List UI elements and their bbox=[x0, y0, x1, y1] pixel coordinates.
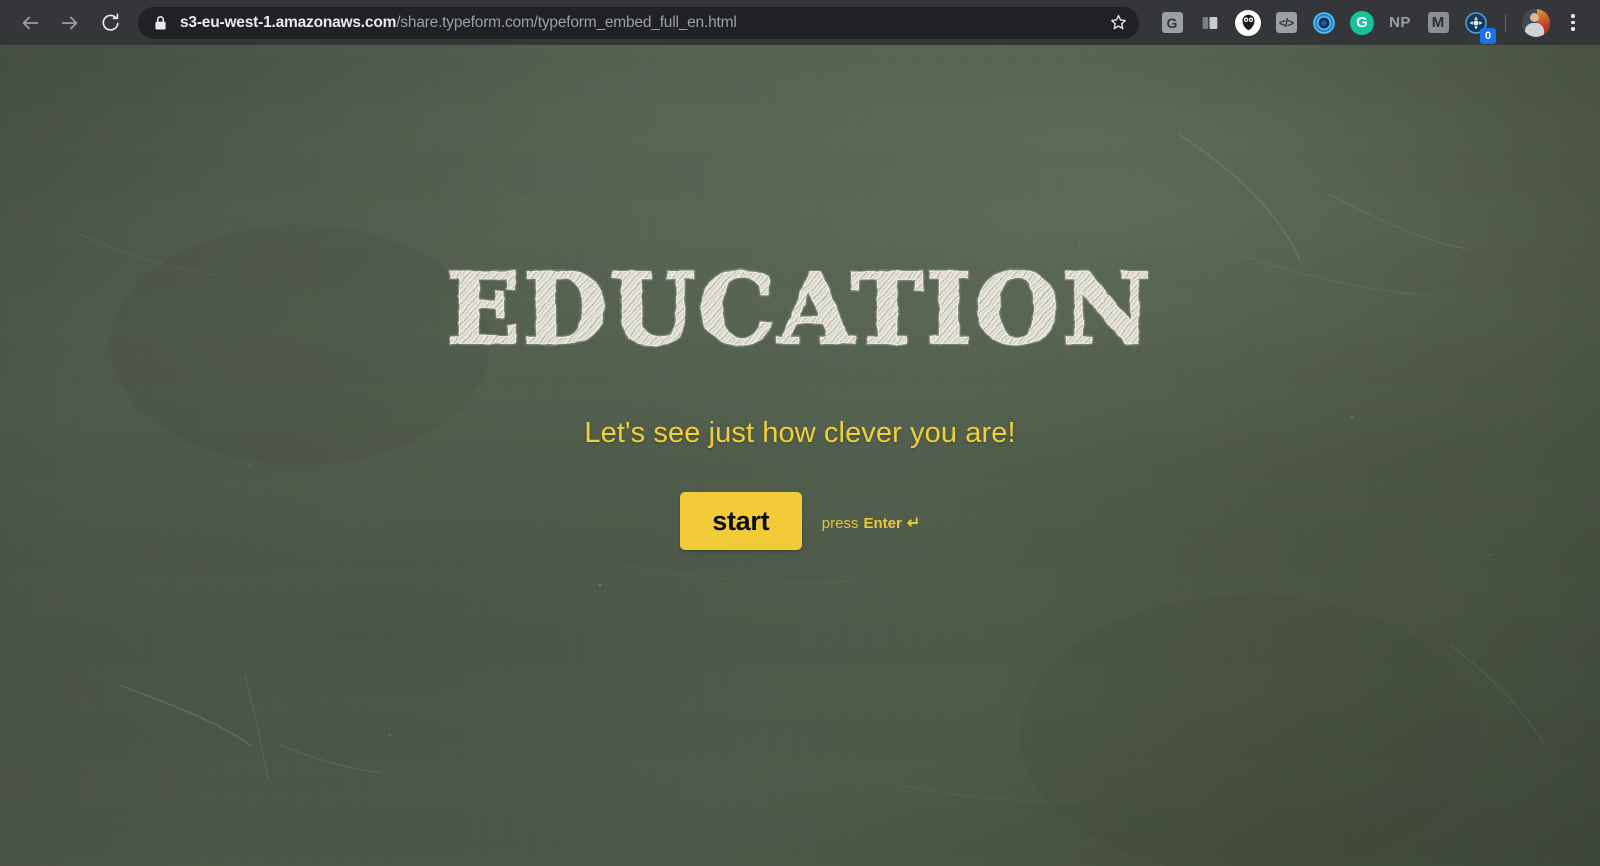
target-circle-extension-icon[interactable] bbox=[1305, 0, 1343, 45]
np-extension-icon[interactable]: NP bbox=[1381, 0, 1419, 45]
arrow-left-icon bbox=[22, 16, 39, 29]
grammarly-extension-icon[interactable]: G bbox=[1343, 0, 1381, 45]
svg-text:EDUCATION: EDUCATION bbox=[446, 252, 1154, 366]
code-brackets-glyph: </> bbox=[1275, 12, 1297, 33]
reload-icon bbox=[101, 13, 119, 31]
np-glyph: NP bbox=[1389, 14, 1411, 31]
chalkboard-background: EDUCATION EDUCATION Let's see just how c… bbox=[0, 45, 1600, 866]
typeform-welcome-screen: EDUCATION EDUCATION Let's see just how c… bbox=[0, 45, 1600, 866]
star-icon[interactable] bbox=[1103, 8, 1133, 38]
owl-icon bbox=[1235, 9, 1261, 36]
google-g-glyph: G bbox=[1161, 12, 1183, 33]
url-path: /share.typeform.com/typeform_embed_full_… bbox=[396, 13, 737, 31]
url-text: s3-eu-west-1.amazonaws.com/share.typefor… bbox=[180, 7, 1097, 39]
chrome-menu-button[interactable] bbox=[1556, 0, 1590, 45]
sync-extension-icon[interactable]: 0 bbox=[1457, 0, 1496, 45]
education-chalk-title: EDUCATION EDUCATION bbox=[444, 250, 1153, 368]
press-hint-key: Enter bbox=[863, 515, 902, 532]
press-hint-prefix: press bbox=[821, 515, 859, 532]
lock-icon bbox=[152, 14, 168, 32]
hootsuite-owl-extension-icon[interactable] bbox=[1229, 0, 1267, 45]
address-bar[interactable]: s3-eu-west-1.amazonaws.com/share.typefor… bbox=[138, 6, 1139, 39]
gmail-m-glyph: M bbox=[1427, 12, 1449, 33]
page-subtitle: Let's see just how clever you are! bbox=[584, 417, 1016, 449]
google-extension-icon[interactable]: G bbox=[1153, 0, 1191, 45]
extensions-strip: G </> G NP M 0 bbox=[1143, 0, 1496, 45]
gmail-extension-icon[interactable]: M bbox=[1419, 0, 1457, 45]
sync-badge-count: 0 bbox=[1480, 28, 1496, 44]
url-domain: s3-eu-west-1.amazonaws.com bbox=[180, 13, 397, 31]
menu-dot-1 bbox=[1571, 14, 1575, 18]
browser-toolbar: s3-eu-west-1.amazonaws.com/share.typefor… bbox=[0, 0, 1600, 45]
avatar-body bbox=[1525, 22, 1544, 37]
arrow-right-icon bbox=[61, 16, 78, 29]
grammarly-g-glyph: G bbox=[1350, 10, 1374, 35]
toolbar-divider bbox=[1505, 13, 1506, 32]
split-panel-extension-icon[interactable] bbox=[1191, 0, 1229, 45]
start-button[interactable]: start bbox=[679, 492, 802, 550]
page-title: EDUCATION EDUCATION bbox=[420, 250, 1180, 368]
page-viewport: EDUCATION EDUCATION Let's see just how c… bbox=[0, 45, 1600, 866]
code-inspector-extension-icon[interactable]: </> bbox=[1267, 0, 1305, 45]
enter-return-icon: ↵ bbox=[906, 515, 921, 532]
reload-button[interactable] bbox=[90, 3, 130, 43]
target-icon bbox=[1313, 11, 1335, 34]
forward-button[interactable] bbox=[50, 3, 90, 43]
columns-icon bbox=[1202, 16, 1218, 29]
press-enter-hint: press Enter ↵ bbox=[822, 509, 920, 533]
menu-dot-3 bbox=[1571, 27, 1575, 31]
back-button[interactable] bbox=[10, 3, 50, 43]
menu-dot-2 bbox=[1571, 20, 1575, 25]
avatar-head bbox=[1530, 12, 1539, 22]
avatar[interactable] bbox=[1522, 8, 1550, 37]
cta-row: start press Enter ↵ bbox=[679, 492, 920, 550]
